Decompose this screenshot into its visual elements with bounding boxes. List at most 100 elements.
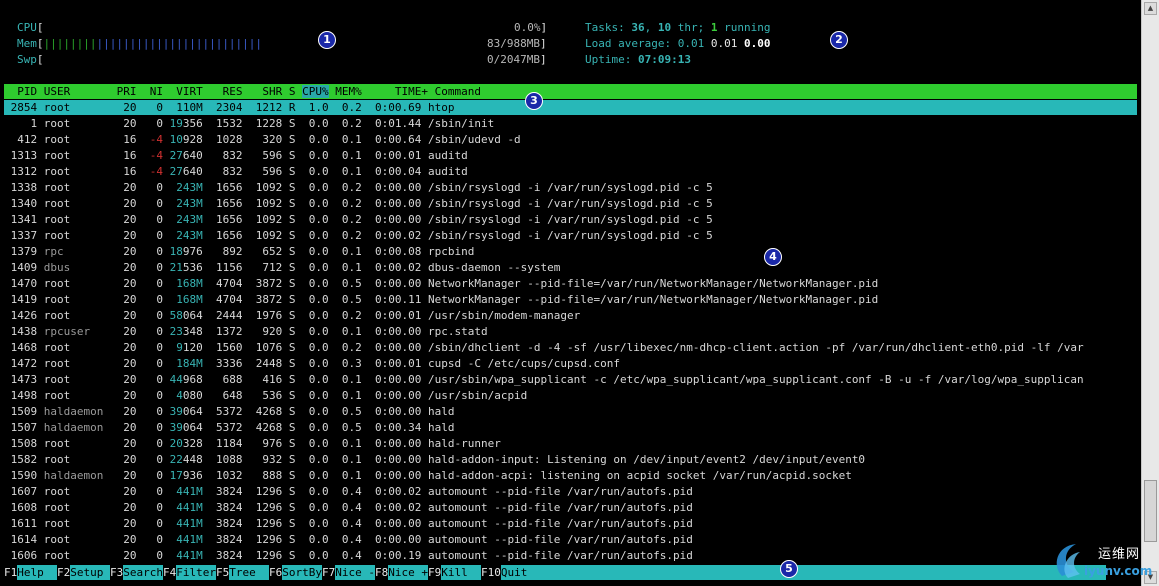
process-row[interactable]: 1379 rpc 20 0 18976 892 652 S 0.0 0.1 0:…	[4, 244, 475, 260]
cell-ni: 0	[143, 309, 170, 322]
process-row[interactable]: 1312 root 16 -4 27640 832 596 S 0.0 0.1 …	[4, 164, 468, 180]
col-header-ni[interactable]: NI	[143, 85, 170, 98]
col-header-user[interactable]: USER	[44, 85, 110, 98]
col-header-command[interactable]: Command	[435, 85, 481, 98]
cell-command: /usr/sbin/acpid	[427, 389, 528, 402]
col-header-pri[interactable]: PRI	[110, 85, 143, 98]
vertical-scrollbar[interactable]: ▲ ▼	[1141, 0, 1159, 586]
cell-cpu: 0.0	[302, 389, 336, 402]
cell-pid: 1426	[4, 309, 44, 322]
cell-user: root	[43, 485, 110, 498]
fkey-f1-label[interactable]: Help	[17, 565, 57, 580]
col-header-virt[interactable]: VIRT	[170, 85, 210, 98]
fkey-f9[interactable]: F9	[428, 566, 442, 579]
process-row[interactable]: 1 root 20 0 19356 1532 1228 S 0.0 0.2 0:…	[4, 116, 494, 132]
process-row[interactable]: 1509 haldaemon 20 0 39064 5372 4268 S 0.…	[4, 404, 455, 420]
cell-pri: 20	[109, 405, 144, 418]
cell-state: S	[288, 469, 303, 482]
fkey-f3-label[interactable]: Search	[123, 565, 163, 580]
fkey-f7[interactable]: F7	[322, 566, 336, 579]
scrollbar-thumb[interactable]	[1144, 480, 1157, 542]
cell-time: 0:00.00	[368, 277, 428, 290]
fkey-f7-label[interactable]: Nice -	[335, 565, 375, 580]
cell-virt: 18976	[169, 245, 210, 258]
cell-ni: 0	[143, 293, 170, 306]
cell-cpu: 0.0	[302, 197, 336, 210]
cell-user: root	[43, 389, 110, 402]
process-row[interactable]: 1498 root 20 0 4080 648 536 S 0.0 0.1 0:…	[4, 388, 528, 404]
selected-process-row[interactable]: 2854 root 20 0 110M 2304 1212 R 1.0 0.2 …	[4, 100, 1137, 115]
cell-res: 4704	[209, 293, 250, 306]
cell-time: 0:00.00	[368, 533, 428, 546]
fkey-f1[interactable]: F1	[4, 566, 18, 579]
process-row[interactable]: 1438 rpcuser 20 0 23348 1372 920 S 0.0 0…	[4, 324, 488, 340]
process-row[interactable]: 1508 root 20 0 20328 1184 976 S 0.0 0.1 …	[4, 436, 501, 452]
process-row[interactable]: 1606 root 20 0 441M 3824 1296 S 0.0 0.4 …	[4, 548, 693, 564]
process-row[interactable]: 1341 root 20 0 243M 1656 1092 S 0.0 0.2 …	[4, 212, 713, 228]
fkey-f10-label[interactable]: Quit	[500, 565, 1106, 580]
process-row[interactable]: 1590 haldaemon 20 0 17936 1032 888 S 0.0…	[4, 468, 852, 484]
col-header-pid[interactable]: PID	[4, 85, 44, 98]
scroll-up-arrow-icon[interactable]: ▲	[1144, 2, 1157, 15]
process-row[interactable]: 1472 root 20 0 184M 3336 2448 S 0.0 0.3 …	[4, 356, 620, 372]
cell-user: root	[43, 293, 110, 306]
fkey-f9-label[interactable]: Kill	[441, 565, 481, 580]
fkey-f4-label[interactable]: Filter	[176, 565, 216, 580]
process-row[interactable]: 1426 root 20 0 58064 2444 1976 S 0.0 0.2…	[4, 308, 581, 324]
col-header-mem[interactable]: MEM%	[329, 85, 369, 98]
cell-user: root	[43, 133, 110, 146]
process-row[interactable]: 1338 root 20 0 243M 1656 1092 S 0.0 0.2 …	[4, 180, 713, 196]
fkey-f8-label[interactable]: Nice +	[388, 565, 428, 580]
cell-shr: 1092	[249, 197, 289, 210]
process-row[interactable]: 1582 root 20 0 22448 1088 932 S 0.0 0.1 …	[4, 452, 865, 468]
process-row[interactable]: 412 root 16 -4 10928 1028 320 S 0.0 0.1 …	[4, 132, 520, 148]
process-row[interactable]: 1340 root 20 0 243M 1656 1092 S 0.0 0.2 …	[4, 196, 713, 212]
cell-pri: 20	[109, 197, 144, 210]
col-header-time[interactable]: TIME+	[368, 85, 434, 98]
cell-cpu: 0.0	[302, 485, 336, 498]
cell-command: NetworkManager --pid-file=/var/run/Netwo…	[427, 293, 879, 306]
col-header-res[interactable]: RES	[209, 85, 249, 98]
fkey-f5-label[interactable]: Tree	[229, 565, 269, 580]
fkey-f2[interactable]: F2	[57, 566, 71, 579]
cell-res: 3824	[209, 549, 250, 562]
col-header-shr[interactable]: SHR	[249, 85, 289, 98]
cell-pri: 20	[109, 309, 144, 322]
cell-shr: 596	[249, 165, 289, 178]
fkey-f5[interactable]: F5	[216, 566, 230, 579]
process-row[interactable]: 1608 root 20 0 441M 3824 1296 S 0.0 0.4 …	[4, 500, 693, 516]
process-row[interactable]: 1611 root 20 0 441M 3824 1296 S 0.0 0.4 …	[4, 516, 693, 532]
cell-shr: 1212	[249, 101, 289, 114]
cell-user: root	[43, 197, 110, 210]
col-header-state[interactable]: S	[289, 85, 302, 98]
process-row[interactable]: 1507 haldaemon 20 0 39064 5372 4268 S 0.…	[4, 420, 455, 436]
cell-state: S	[288, 389, 303, 402]
process-row[interactable]: 1419 root 20 0 168M 4704 3872 S 0.0 0.5 …	[4, 292, 879, 308]
process-row[interactable]: 1470 root 20 0 168M 4704 3872 S 0.0 0.5 …	[4, 276, 879, 292]
cell-shr: 1296	[249, 533, 289, 546]
cell-state: S	[288, 341, 303, 354]
cell-virt: 168M	[169, 293, 210, 306]
cell-ni: 0	[143, 213, 170, 226]
cell-mem: 0.2	[335, 213, 369, 226]
cell-ni: 0	[143, 117, 170, 130]
fkey-f3[interactable]: F3	[110, 566, 124, 579]
process-row[interactable]: 1468 root 20 0 9120 1560 1076 S 0.0 0.2 …	[4, 340, 1084, 356]
cell-mem: 0.4	[335, 485, 369, 498]
fkey-f6[interactable]: F6	[269, 566, 283, 579]
cell-res: 2304	[209, 101, 250, 114]
process-row[interactable]: 1607 root 20 0 441M 3824 1296 S 0.0 0.4 …	[4, 484, 693, 500]
process-row[interactable]: 1337 root 20 0 243M 1656 1092 S 0.0 0.2 …	[4, 228, 713, 244]
fkey-f4[interactable]: F4	[163, 566, 177, 579]
col-header-cpu[interactable]: CPU%	[302, 85, 329, 98]
fkey-f10[interactable]: F10	[481, 566, 501, 579]
fkey-f6-label[interactable]: SortBy	[282, 565, 322, 580]
process-row[interactable]: 1614 root 20 0 441M 3824 1296 S 0.0 0.4 …	[4, 532, 693, 548]
cell-mem: 0.2	[335, 229, 369, 242]
process-row[interactable]: 1409 dbus 20 0 21536 1156 712 S 0.0 0.1 …	[4, 260, 561, 276]
cell-mem: 0.1	[335, 389, 369, 402]
process-row[interactable]: 1313 root 16 -4 27640 832 596 S 0.0 0.1 …	[4, 148, 468, 164]
fkey-f2-label[interactable]: Setup	[70, 565, 110, 580]
process-row[interactable]: 1473 root 20 0 44968 688 416 S 0.0 0.1 0…	[4, 372, 1084, 388]
fkey-f8[interactable]: F8	[375, 566, 389, 579]
